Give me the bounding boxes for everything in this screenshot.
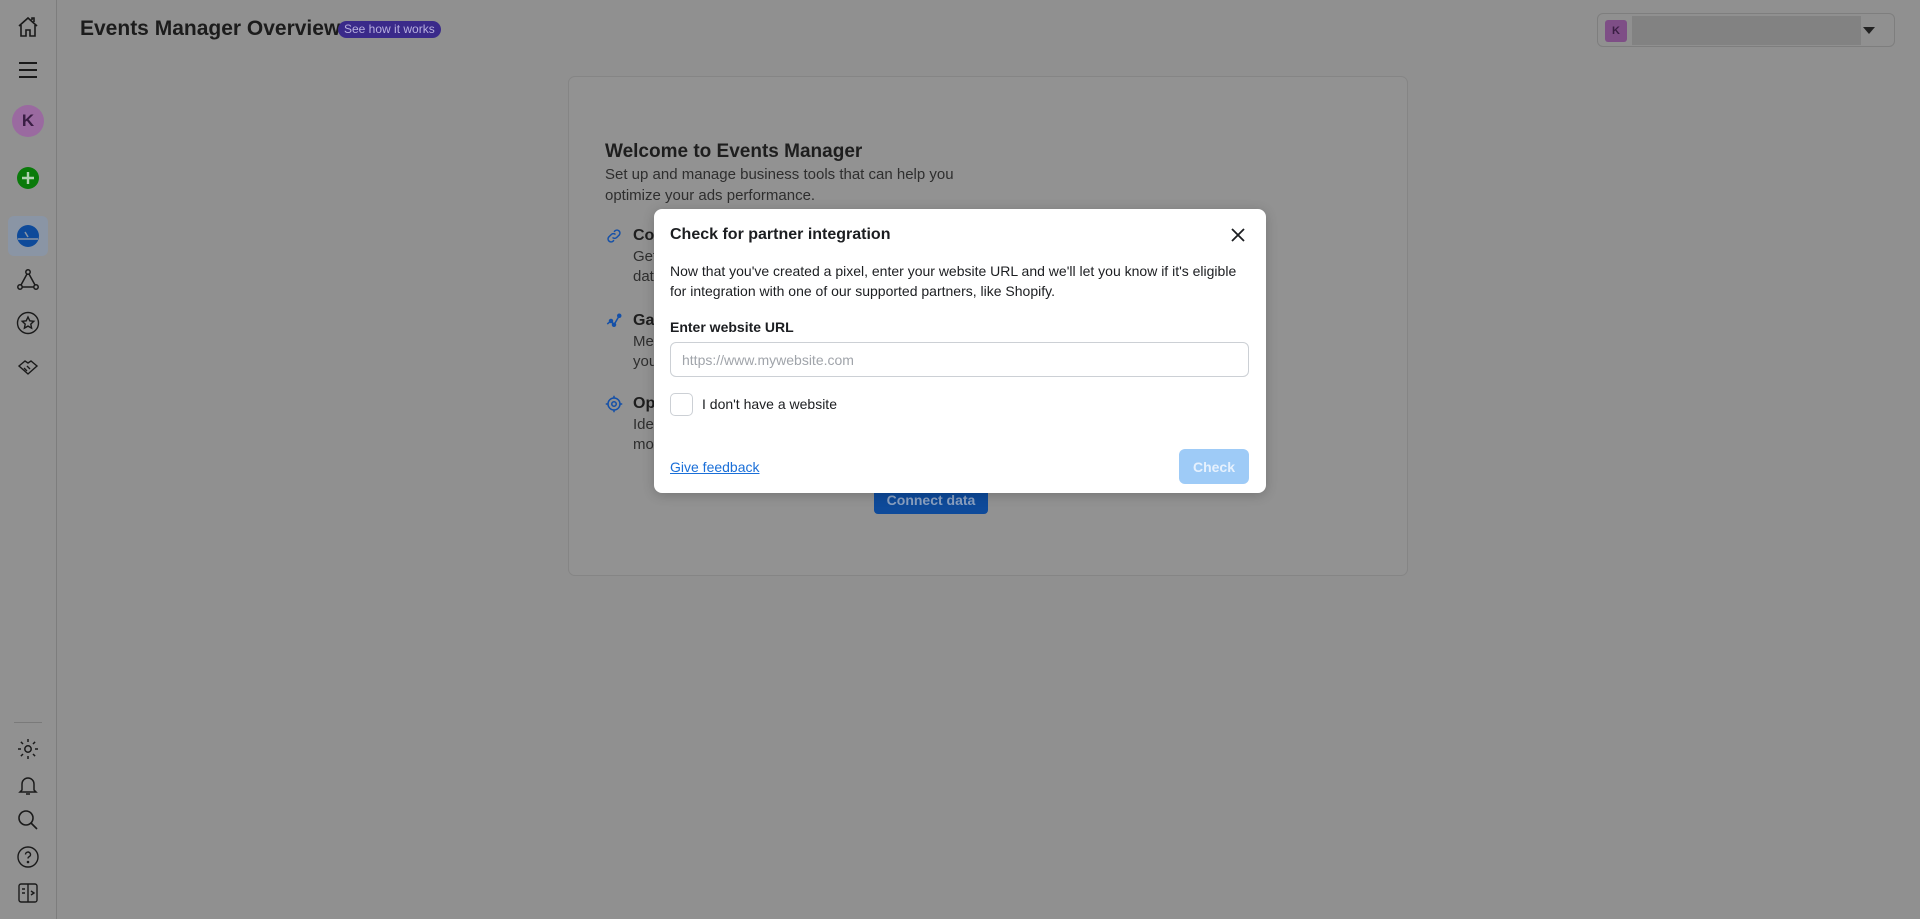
see-how-it-works-badge[interactable]: See how it works — [338, 21, 441, 38]
url-label: Enter website URL — [670, 319, 794, 335]
sidebar-toggle-icon[interactable] — [14, 879, 42, 907]
partners-icon[interactable] — [14, 353, 42, 381]
notifications-icon[interactable] — [14, 771, 42, 799]
overview-icon[interactable] — [14, 222, 42, 250]
partner-integration-dialog: Check for partner integration Now that y… — [654, 209, 1266, 493]
give-feedback-link[interactable]: Give feedback — [670, 459, 760, 475]
close-icon[interactable] — [1228, 225, 1248, 245]
target-icon — [605, 395, 623, 413]
home-icon[interactable] — [14, 13, 42, 41]
account-name-redacted — [1632, 16, 1861, 45]
link-icon — [607, 229, 621, 243]
search-icon[interactable] — [14, 806, 42, 834]
avatar[interactable]: K — [12, 105, 44, 137]
account-avatar: K — [1605, 20, 1627, 42]
website-url-input[interactable] — [670, 342, 1249, 377]
menu-icon[interactable] — [14, 56, 42, 84]
welcome-title: Welcome to Events Manager — [605, 141, 863, 162]
chevron-down-icon[interactable] — [1863, 27, 1875, 34]
dialog-title: Check for partner integration — [670, 226, 891, 243]
feature-heading: Co — [633, 227, 655, 244]
check-button[interactable]: Check — [1179, 449, 1249, 484]
insights-icon — [606, 313, 622, 327]
dialog-description: Now that you've created a pixel, enter y… — [670, 263, 1237, 299]
create-icon[interactable] — [14, 164, 42, 192]
help-icon[interactable] — [14, 843, 42, 871]
sidebar: K — [0, 0, 57, 919]
no-website-checkbox[interactable] — [670, 393, 693, 416]
sidebar-divider — [14, 722, 42, 723]
account-selector[interactable]: K — [1597, 13, 1895, 47]
favorites-icon[interactable] — [14, 309, 42, 337]
settings-icon[interactable] — [14, 735, 42, 763]
welcome-description: Set up and manage business tools that ca… — [605, 166, 954, 204]
no-website-label[interactable]: I don't have a website — [702, 396, 837, 412]
page-title: Events Manager Overview — [80, 17, 341, 40]
partner-integrations-icon[interactable] — [14, 266, 42, 294]
